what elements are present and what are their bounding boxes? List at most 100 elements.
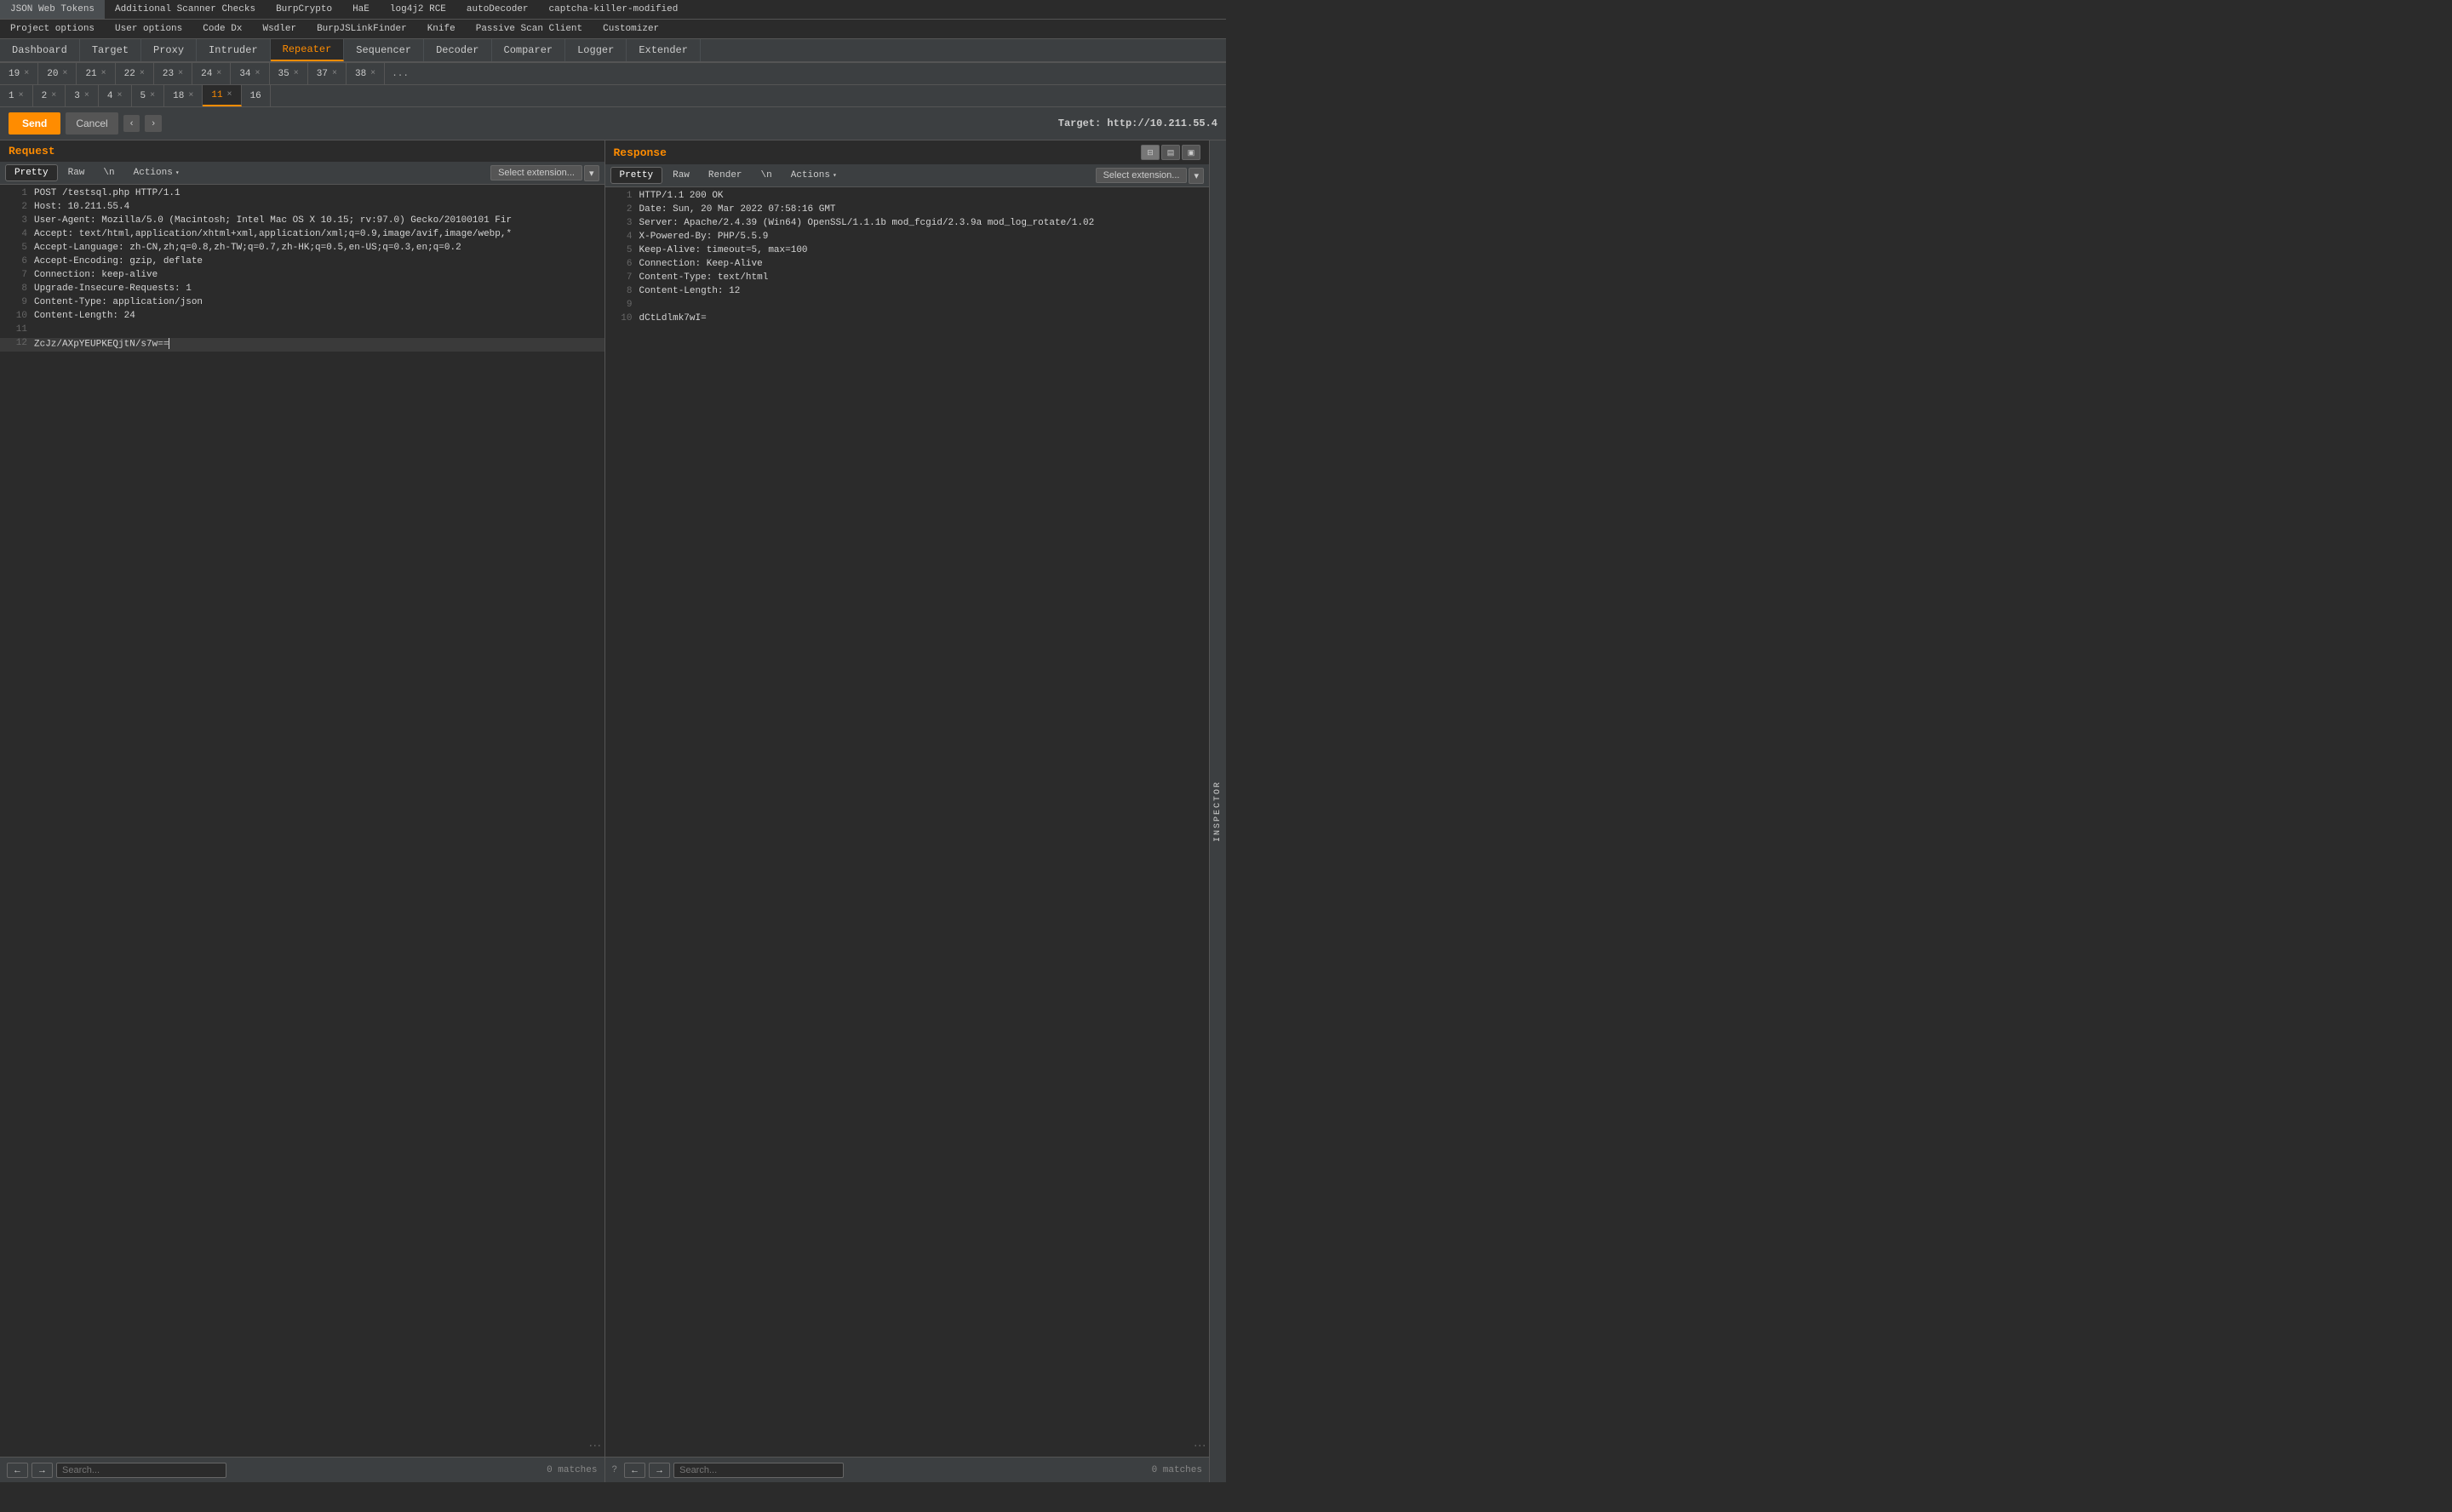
request-tab-raw[interactable]: Raw [60, 165, 94, 180]
tab-2-close[interactable]: × [51, 91, 56, 100]
tab-34-close[interactable]: × [255, 69, 261, 78]
menu-knife[interactable]: Knife [417, 20, 466, 38]
menu-log4j2[interactable]: log4j2 RCE [380, 0, 456, 19]
request-select-ext-button[interactable]: Select extension... [490, 165, 582, 180]
menu-additional-scanner[interactable]: Additional Scanner Checks [105, 0, 266, 19]
response-select-ext-button[interactable]: Select extension... [1096, 168, 1188, 183]
tab-35[interactable]: 35× [270, 63, 308, 84]
response-tab-newline[interactable]: \n [753, 168, 781, 183]
request-select-ext-arrow[interactable]: ▾ [584, 165, 599, 181]
request-code-area[interactable]: 1POST /testsql.php HTTP/1.12Host: 10.211… [0, 185, 604, 1457]
response-search-prev[interactable]: ← [624, 1463, 645, 1478]
request-line-5: 5Accept-Language: zh-CN,zh;q=0.8,zh-TW;q… [0, 243, 604, 256]
request-tab-pretty[interactable]: Pretty [5, 164, 58, 181]
line-number: 9 [3, 297, 27, 311]
menu-customizer[interactable]: Customizer [593, 20, 669, 38]
request-title: Request [0, 140, 604, 162]
tab-11[interactable]: 11× [203, 85, 241, 106]
tab-2[interactable]: 2× [33, 85, 66, 106]
layout-btn-horizontal[interactable]: ▤ [1161, 145, 1180, 160]
tab-20-close[interactable]: × [62, 69, 67, 78]
menu-project-options[interactable]: Project options [0, 20, 105, 38]
tab-24[interactable]: 24× [192, 63, 231, 84]
request-search-bar: ← → 0 matches [0, 1457, 604, 1482]
tab-22[interactable]: 22× [116, 63, 154, 84]
nav-tab-target[interactable]: Target [80, 39, 141, 61]
menu-wsdler[interactable]: Wsdler [252, 20, 306, 38]
menu-code-dx[interactable]: Code Dx [192, 20, 252, 38]
menu-json-web-tokens[interactable]: JSON Web Tokens [0, 0, 105, 19]
menu-hae[interactable]: HaE [342, 0, 380, 19]
layout-btn-vertical[interactable]: ▣ [1182, 145, 1200, 160]
tab-more[interactable]: ... [385, 66, 415, 82]
response-line-10: 10dCtLdlmk7wI= [605, 313, 1210, 327]
response-tab-pretty[interactable]: Pretty [610, 167, 663, 184]
tab-18[interactable]: 18× [164, 85, 203, 106]
request-search-input[interactable] [56, 1463, 226, 1478]
tab-19-close[interactable]: × [24, 69, 29, 78]
tab-22-close[interactable]: × [140, 69, 145, 78]
menu-burpjslinkfinder[interactable]: BurpJSLinkFinder [306, 20, 417, 38]
tab-23-close[interactable]: × [178, 69, 183, 78]
response-search-next[interactable]: → [649, 1463, 670, 1478]
nav-tab-comparer[interactable]: Comparer [492, 39, 566, 61]
menu-captcha-killer[interactable]: captcha-killer-modified [539, 0, 689, 19]
nav-tab-extender[interactable]: Extender [627, 39, 701, 61]
tab-4-close[interactable]: × [117, 91, 122, 100]
line-content: Upgrade-Insecure-Requests: 1 [34, 284, 192, 297]
tab-34[interactable]: 34× [231, 63, 269, 84]
tab-3[interactable]: 3× [66, 85, 99, 106]
tab-37-close[interactable]: × [332, 69, 337, 78]
nav-tab-intruder[interactable]: Intruder [197, 39, 271, 61]
tab-11-close[interactable]: × [227, 90, 232, 100]
nav-tabs-row: Dashboard Target Proxy Intruder Repeater… [0, 39, 1226, 63]
tab-21-close[interactable]: × [101, 69, 106, 78]
tab-37[interactable]: 37× [308, 63, 347, 84]
tab-4[interactable]: 4× [99, 85, 132, 106]
menu-passive-scan-client[interactable]: Passive Scan Client [466, 20, 593, 38]
nav-fwd-button[interactable]: › [145, 115, 162, 132]
cancel-button[interactable]: Cancel [66, 112, 117, 135]
menu-autodecoder[interactable]: autoDecoder [456, 0, 539, 19]
response-tab-raw[interactable]: Raw [664, 168, 698, 183]
tab-16[interactable]: 16 [242, 85, 271, 106]
request-search-prev[interactable]: ← [7, 1463, 28, 1478]
tab-5-close[interactable]: × [150, 91, 155, 100]
tab-38-close[interactable]: × [370, 69, 375, 78]
nav-back-button[interactable]: ‹ [123, 115, 140, 132]
response-select-ext-arrow[interactable]: ▾ [1189, 168, 1204, 184]
tab-18-close[interactable]: × [188, 91, 193, 100]
menu-burpcrypto[interactable]: BurpCrypto [266, 0, 342, 19]
menu-row-1: JSON Web Tokens Additional Scanner Check… [0, 0, 1226, 20]
tab-24-close[interactable]: × [216, 69, 221, 78]
request-tab-actions[interactable]: Actions ▾ [125, 165, 188, 180]
menu-user-options[interactable]: User options [105, 20, 192, 38]
request-tab-newline[interactable]: \n [95, 165, 123, 180]
response-search-input[interactable] [673, 1463, 844, 1478]
tab-5[interactable]: 5× [132, 85, 165, 106]
response-tab-render[interactable]: Render [700, 168, 751, 183]
nav-tab-sequencer[interactable]: Sequencer [344, 39, 424, 61]
layout-btn-split[interactable]: ⊟ [1141, 145, 1160, 160]
response-tab-actions[interactable]: Actions ▾ [782, 168, 845, 183]
nav-tab-decoder[interactable]: Decoder [424, 39, 491, 61]
response-search-icon: ? [612, 1465, 618, 1475]
request-search-next[interactable]: → [32, 1463, 53, 1478]
tab-1-close[interactable]: × [19, 91, 24, 100]
tab-19[interactable]: 19× [0, 63, 38, 84]
send-button[interactable]: Send [9, 112, 60, 135]
tab-21[interactable]: 21× [77, 63, 115, 84]
request-line-10: 10Content-Length: 24 [0, 311, 604, 324]
tab-1[interactable]: 1× [0, 85, 33, 106]
tab-3-close[interactable]: × [84, 91, 89, 100]
nav-tab-logger[interactable]: Logger [565, 39, 627, 61]
nav-tab-proxy[interactable]: Proxy [141, 39, 197, 61]
response-code-area[interactable]: 1HTTP/1.1 200 OK2Date: Sun, 20 Mar 2022 … [605, 187, 1210, 1457]
nav-tab-dashboard[interactable]: Dashboard [0, 39, 80, 61]
nav-tab-repeater[interactable]: Repeater [271, 39, 345, 61]
tab-35-close[interactable]: × [294, 69, 299, 78]
line-number: 2 [3, 202, 27, 215]
tab-23[interactable]: 23× [154, 63, 192, 84]
tab-38[interactable]: 38× [347, 63, 385, 84]
tab-20[interactable]: 20× [38, 63, 77, 84]
